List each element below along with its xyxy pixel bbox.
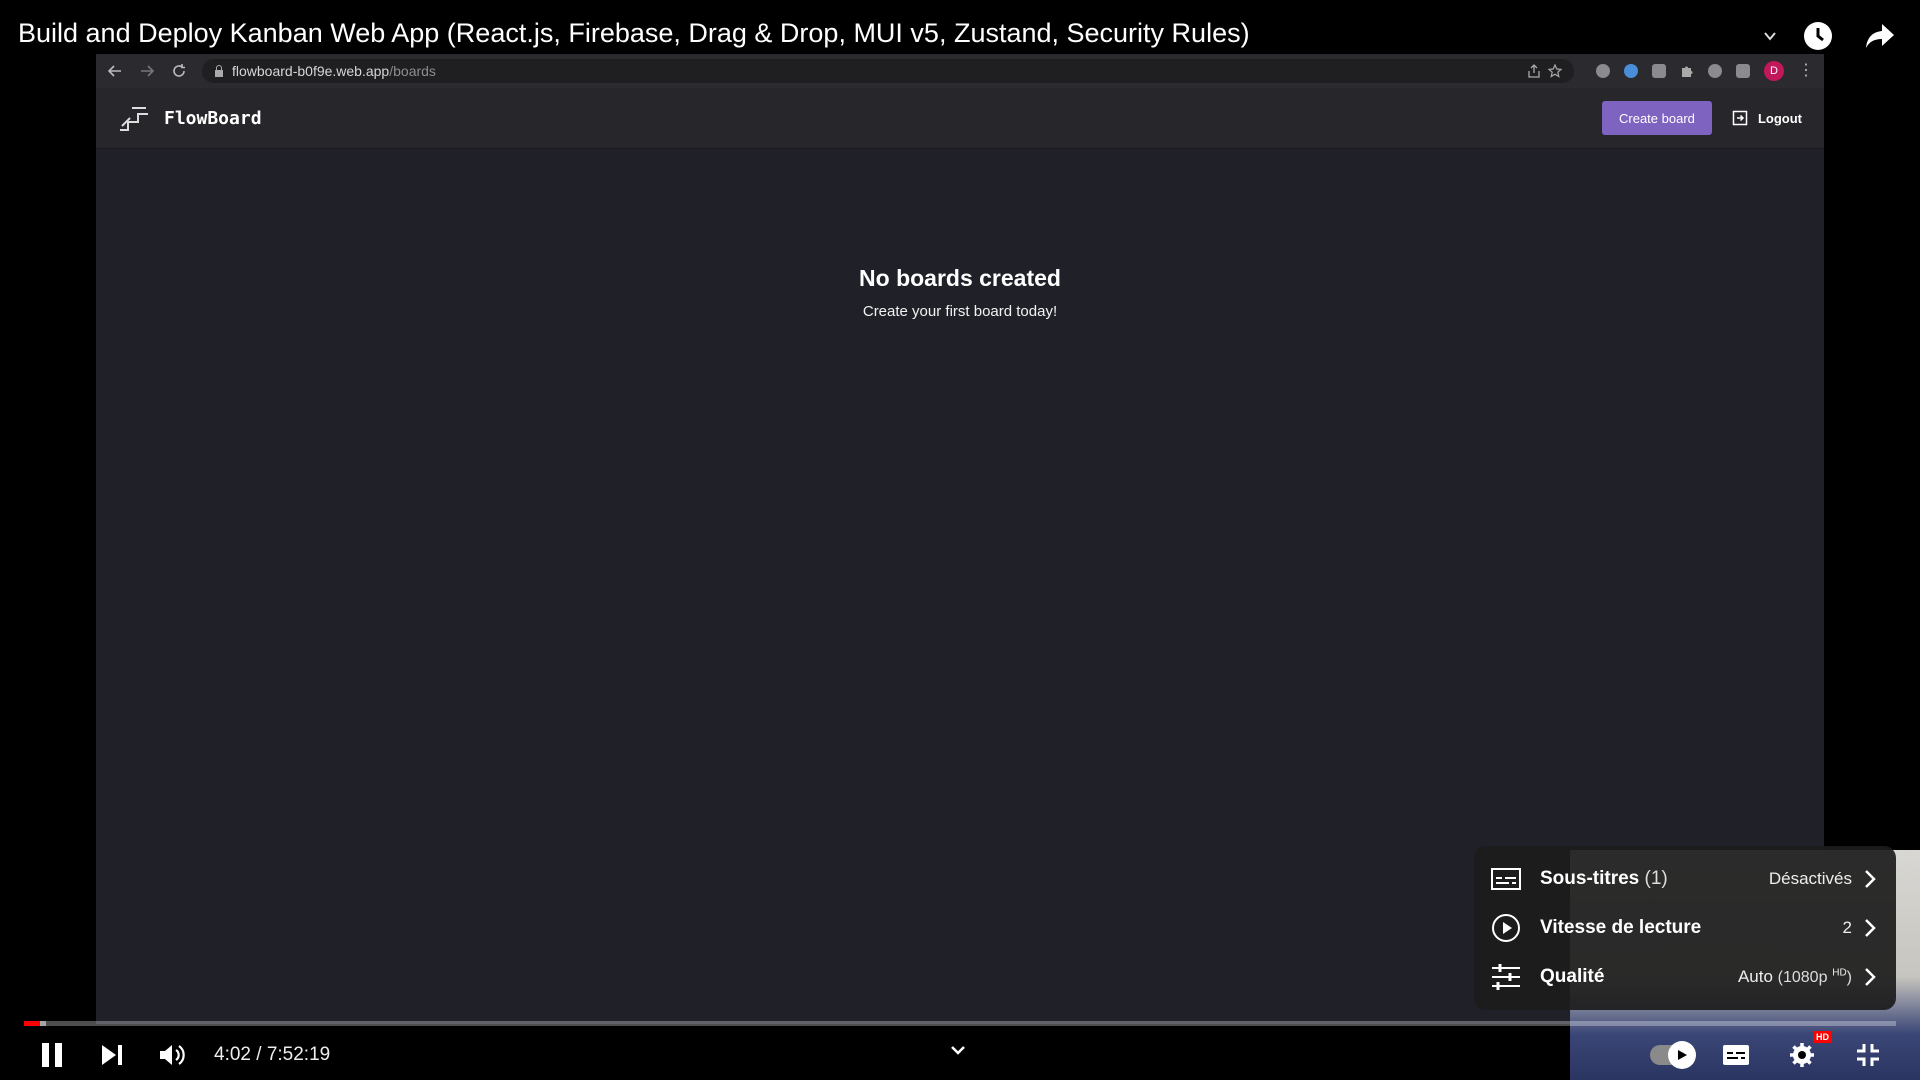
quality-label: Qualité <box>1540 965 1605 987</box>
forward-icon[interactable] <box>138 62 156 80</box>
bookmark-star-icon[interactable] <box>1548 64 1562 78</box>
hd-badge: HD <box>1813 1031 1832 1043</box>
profile-avatar[interactable]: D <box>1764 61 1784 81</box>
share-icon[interactable] <box>1860 16 1900 56</box>
menu-item-quality[interactable]: Qualité Auto (1080p HD) <box>1474 952 1896 1001</box>
address-bar[interactable]: flowboard-b0f9e.web.app/boards <box>202 59 1574 83</box>
lock-icon <box>215 65 223 77</box>
subtitles-value: Désactivés <box>1768 868 1852 888</box>
extension-icon[interactable] <box>1596 64 1610 78</box>
quality-detail: (1080p <box>1777 968 1828 986</box>
subtitles-icon <box>1490 863 1522 895</box>
exit-fullscreen-icon[interactable] <box>1846 1033 1890 1077</box>
create-board-button[interactable]: Create board <box>1601 101 1712 135</box>
quality-value-main: Auto <box>1737 966 1773 986</box>
video-title[interactable]: Build and Deploy Kanban Web App (React.j… <box>18 18 1250 49</box>
extension-icon[interactable] <box>1652 64 1666 78</box>
logout-label: Logout <box>1757 110 1802 126</box>
autoplay-play-icon <box>1668 1041 1696 1069</box>
quality-hd-sup: HD <box>1832 966 1847 978</box>
menu-item-subtitles[interactable]: Sous-titres (1) Désactivés <box>1474 854 1896 903</box>
menu-item-playback-speed[interactable]: Vitesse de lecture 2 <box>1474 903 1896 952</box>
app-header: FlowBoard Create board Logout <box>96 88 1824 149</box>
url-path: /boards <box>389 63 436 79</box>
player-controls: 4:02 / 7:52:19 HD <box>0 1030 1920 1080</box>
settings-gear-icon[interactable]: HD <box>1780 1031 1832 1077</box>
flowboard-logo-icon <box>120 107 148 131</box>
quality-close: ) <box>1846 968 1852 986</box>
react-devtools-icon[interactable] <box>1624 64 1638 78</box>
logo-text: FlowBoard <box>164 107 262 129</box>
right-controls: HD <box>1650 1031 1890 1077</box>
watch-later-icon[interactable] <box>1798 16 1838 56</box>
player-settings-menu: Sous-titres (1) Désactivés Vitesse de le… <box>1474 846 1896 1010</box>
extension-icon[interactable] <box>1708 64 1722 78</box>
back-icon[interactable] <box>106 62 124 80</box>
puzzle-icon[interactable] <box>1680 64 1694 78</box>
extensions-bar: D ⋮ <box>1596 61 1814 81</box>
quality-sliders-icon <box>1490 961 1522 993</box>
subtitles-label: Sous-titres <box>1540 867 1640 889</box>
next-icon[interactable] <box>90 1033 134 1077</box>
chevron-down-icon[interactable] <box>1764 31 1776 41</box>
quality-value: Auto (1080p HD) <box>1738 967 1852 987</box>
chevron-right-icon <box>1865 869 1876 888</box>
top-right-icons <box>1764 16 1900 56</box>
app-logo[interactable]: FlowBoard <box>118 104 262 132</box>
chevron-right-icon <box>1865 918 1876 937</box>
progress-played <box>24 1021 40 1026</box>
url-host: flowboard-b0f9e.web.app <box>232 63 390 79</box>
browser-toolbar: flowboard-b0f9e.web.app/boards D ⋮ <box>96 54 1824 88</box>
subtitles-count: (1) <box>1644 867 1668 889</box>
autoplay-toggle[interactable] <box>1650 1041 1696 1069</box>
volume-icon[interactable] <box>150 1033 194 1077</box>
playback-speed-icon <box>1490 912 1522 944</box>
video-progress-bar[interactable] <box>24 1021 1896 1026</box>
playback-speed-label: Vitesse de lecture <box>1540 916 1702 938</box>
share-page-icon[interactable] <box>1528 64 1540 78</box>
sidebar-icon[interactable] <box>1736 64 1750 78</box>
kebab-menu-icon[interactable]: ⋮ <box>1798 63 1814 79</box>
subtitles-cc-icon[interactable] <box>1714 1033 1758 1077</box>
playback-speed-value: 2 <box>1842 917 1852 937</box>
time-display: 4:02 / 7:52:19 <box>214 1044 331 1065</box>
logout-button[interactable]: Logout <box>1732 110 1802 126</box>
empty-state-subtitle: Create your first board today! <box>862 303 1058 320</box>
logout-icon <box>1732 110 1748 126</box>
reload-icon[interactable] <box>170 62 188 80</box>
pause-icon[interactable] <box>30 1033 74 1077</box>
empty-state-title: No boards created <box>859 265 1061 291</box>
chevron-right-icon <box>1865 967 1876 986</box>
